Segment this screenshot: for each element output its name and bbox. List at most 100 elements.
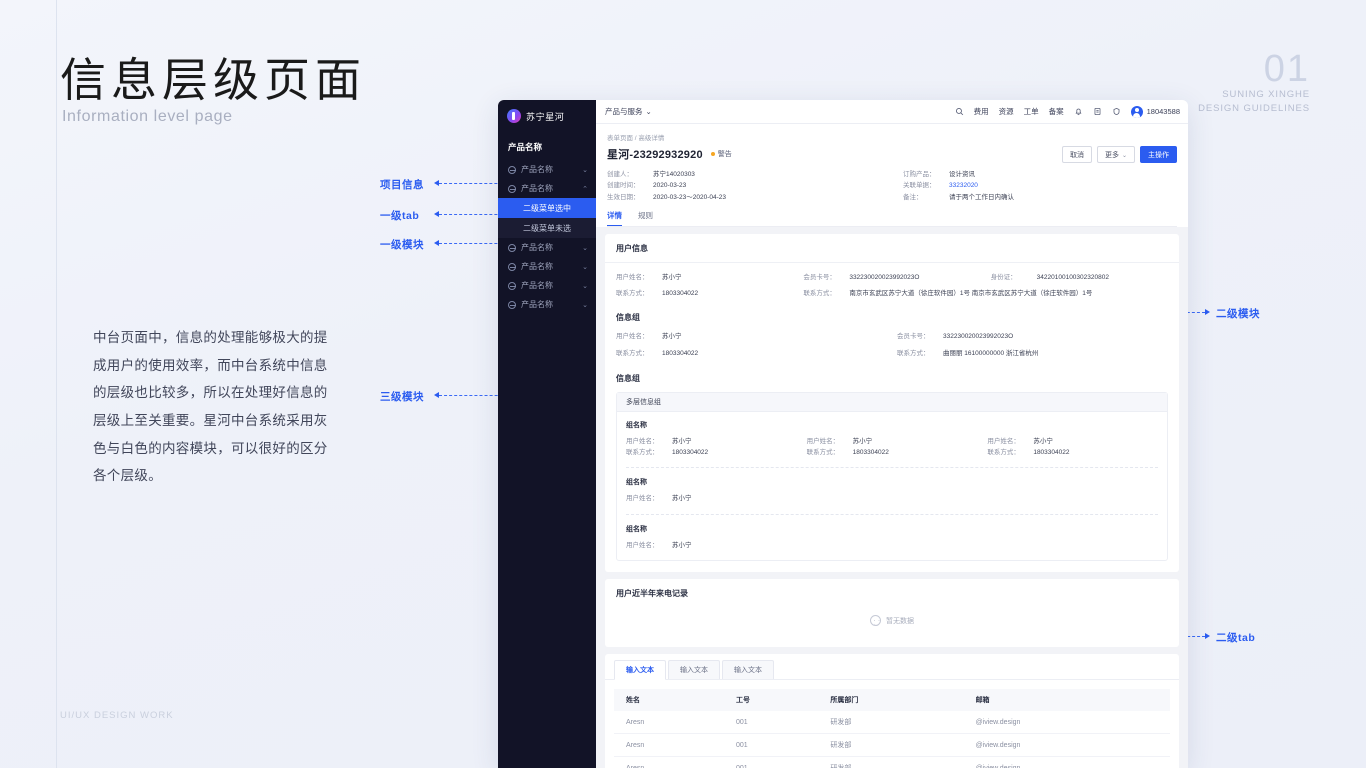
- tab-rules[interactable]: 规则: [638, 210, 653, 226]
- topbar-link-ticket[interactable]: 工单: [1024, 106, 1039, 117]
- brand-caption: SUNING XINGHE DESIGN GUIDELINES: [1198, 88, 1310, 117]
- user-info-row-1: 用户姓名： 苏小宁 会员卡号： 332230020023992023O 身份证： 34…: [616, 272, 1168, 283]
- bell-icon[interactable]: [1074, 107, 1083, 116]
- field-value-link[interactable]: 33232020: [949, 180, 978, 191]
- info-group-field: 会员卡号： 332230020023992023O: [897, 331, 1168, 342]
- slide-body-text: 中台页面中，信息的处理能够极大的提成用户的使用效率，而中台系统中信息的层级也比较…: [93, 330, 328, 484]
- empty-state-label: 暂无数据: [886, 617, 914, 625]
- sidebar-item-label: 产品名称: [521, 262, 553, 271]
- table-cell-name: Aresn: [614, 711, 724, 735]
- nested-group-name: 组名称: [626, 479, 647, 487]
- nested-group-column: 用户姓名： 苏小宁 联系方式： 1803304022: [987, 436, 1158, 459]
- page-title: 信息层级页面: [60, 54, 366, 106]
- table-cell-dept: 研发部: [818, 733, 964, 758]
- breadcrumb[interactable]: 表单页面 / 高级详情: [607, 132, 1177, 142]
- detail-title-row: 星河-23292932920 警告 取消 更多 ⌄ 主操作: [607, 146, 1177, 163]
- table-header-cell: 邮箱: [963, 689, 1170, 712]
- sidebar-item-label: 产品名称: [521, 281, 553, 290]
- bottom-tab-0[interactable]: 输入文本: [614, 660, 666, 681]
- table-cell-email: @iview.design: [963, 711, 1170, 735]
- app-page: 表单页面 / 高级详情 星河-23292932920 警告 取消 更多 ⌄ 主操作: [596, 124, 1188, 768]
- more-button[interactable]: 更多 ⌄: [1096, 146, 1135, 163]
- field-key: 联系方式：: [626, 449, 659, 456]
- sidebar-item-5[interactable]: 产品名称 ⌄: [498, 295, 596, 314]
- tab-detail[interactable]: 详情: [607, 210, 622, 227]
- field-key: 备注：: [903, 193, 923, 201]
- nested-field: 联系方式： 1803304022: [987, 447, 1158, 458]
- product-icon: [508, 262, 516, 271]
- sidebar-item-1[interactable]: 产品名称 ⌃: [498, 179, 596, 198]
- topbar-link-record[interactable]: 备案: [1049, 106, 1064, 117]
- nested-field: 联系方式： 1803304022: [626, 447, 797, 458]
- field-key: 会员卡号：: [803, 274, 836, 282]
- shield-icon[interactable]: [1112, 107, 1121, 116]
- field-key: 创建时间：: [607, 182, 640, 190]
- field-value: 南京市玄武区苏宁大道（徐庄软件园）1号 南京市玄武区苏宁大道（徐庄软件园）1号: [849, 289, 1093, 297]
- sidebar-item-0[interactable]: 产品名称 ⌄: [498, 160, 596, 179]
- detail-field: 订购产品： 设计资讯: [903, 169, 1177, 180]
- chevron-down-icon: ⌄: [582, 263, 588, 271]
- status-badge: 警告: [710, 149, 732, 159]
- table-header-cell: 姓名: [614, 689, 724, 712]
- field-value: 苏宁14020303: [653, 171, 695, 178]
- nested-group: 组名称 用户姓名： 苏小宁 联系方式： 1803304022 用户姓名： 苏小宁 联系…: [626, 420, 1158, 459]
- field-key: 身份证：: [990, 274, 1017, 282]
- product-services-menu[interactable]: 产品与服务 ⌄: [605, 106, 652, 117]
- annotation-arrow-module-level2: [1205, 309, 1210, 315]
- user-info-field: 会员卡号： 332230020023992023O: [803, 272, 980, 283]
- field-value: 苏小宁: [672, 541, 692, 549]
- status-dot-icon: [710, 152, 715, 156]
- sidebar-submenu-selected[interactable]: 二级菜单选中: [498, 198, 596, 218]
- annotation-module-level2: 二级模块: [1216, 308, 1260, 320]
- info-group-field: 联系方式： 1803304022: [616, 348, 887, 359]
- sidebar-group-label: 产品名称: [508, 142, 543, 152]
- field-key: 创建人：: [607, 171, 633, 178]
- brand-name: 苏宁星河: [526, 111, 565, 122]
- detail-actions: 取消 更多 ⌄ 主操作: [1061, 146, 1177, 163]
- field-key: 用户姓名：: [626, 541, 659, 549]
- cancel-button[interactable]: 取消: [1061, 146, 1092, 163]
- field-key: 用户姓名：: [626, 495, 659, 503]
- sidebar-submenu-unselected[interactable]: 二级菜单未选: [498, 218, 596, 238]
- table-row[interactable]: Aresn 001 研发部 @iview.design: [614, 711, 1170, 735]
- suning-logo-icon: [507, 109, 521, 123]
- brand-logo-block[interactable]: 苏宁星河: [498, 100, 596, 132]
- nested-group: 组名称 用户姓名： 苏小宁: [626, 467, 1158, 504]
- brand-caption-line1: SUNING XINGHE: [1222, 89, 1310, 100]
- search-icon[interactable]: [955, 107, 964, 116]
- detail-tabs: 详情 规则: [607, 210, 1177, 228]
- chevron-down-icon: ⌄: [1121, 152, 1127, 159]
- field-key: 用户姓名：: [616, 274, 649, 282]
- sidebar-item-3[interactable]: 产品名称 ⌄: [498, 257, 596, 276]
- topbar-link-fee[interactable]: 费用: [974, 106, 989, 117]
- annotation-tab-level2: 二级tab: [1216, 632, 1256, 644]
- product-services-label: 产品与服务: [605, 107, 643, 116]
- field-key: 用户姓名：: [626, 437, 659, 445]
- sidebar-item-4[interactable]: 产品名称 ⌄: [498, 276, 596, 295]
- bottom-tab-1[interactable]: 输入文本: [668, 660, 720, 680]
- field-value: 苏小宁: [1033, 437, 1053, 445]
- user-info-card: 用户信息 用户姓名： 苏小宁 会员卡号： 332230020023992023O 身…: [605, 234, 1179, 573]
- product-icon: [508, 281, 516, 290]
- sidebar-item-label: 产品名称: [521, 243, 553, 252]
- table-header-row: 姓名 工号 所属部门 邮箱: [614, 689, 1170, 712]
- field-value: 苏小宁: [662, 274, 682, 282]
- nested-group: 组名称 用户姓名： 苏小宁: [626, 513, 1158, 551]
- primary-action-button[interactable]: 主操作: [1140, 146, 1177, 163]
- sidebar-item-2[interactable]: 产品名称 ⌄: [498, 238, 596, 257]
- chevron-down-icon: ⌄: [645, 107, 652, 116]
- topbar-link-resource[interactable]: 资源: [999, 106, 1014, 117]
- chevron-down-icon: ⌄: [582, 282, 588, 290]
- nested-field: 用户姓名： 苏小宁: [807, 436, 978, 447]
- user-id-label: 18043588: [1146, 107, 1180, 116]
- table-row[interactable]: Aresn 001 研发部 @iview.design: [614, 756, 1170, 768]
- page-subtitle: Information level page: [62, 108, 233, 125]
- app-mockup: 苏宁星河 产品名称 产品名称 ⌄ 产品名称 ⌃ 二级菜单选中 二级菜单未选 产品…: [498, 100, 1188, 768]
- document-icon[interactable]: [1093, 107, 1102, 116]
- user-account[interactable]: 18043588: [1130, 105, 1180, 118]
- detail-title: 星河-23292932920: [607, 149, 703, 161]
- table-row[interactable]: Aresn 001 研发部 @iview.design: [614, 733, 1170, 758]
- bottom-tab-2[interactable]: 输入文本: [722, 660, 774, 680]
- annotation-module-level3: 三级模块: [380, 391, 424, 403]
- sidebar-item-label: 产品名称: [521, 184, 553, 193]
